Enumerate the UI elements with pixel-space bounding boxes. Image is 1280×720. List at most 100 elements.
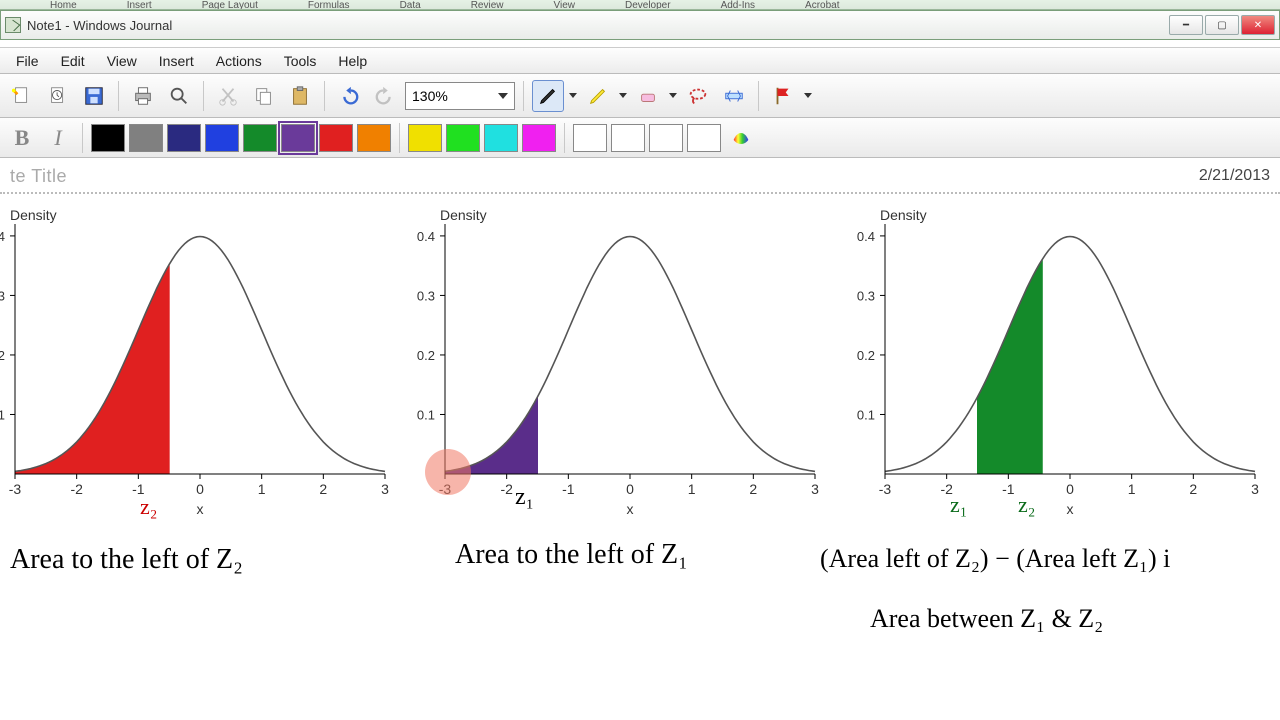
format-toolbar: B I xyxy=(0,118,1280,158)
svg-text:3: 3 xyxy=(1251,481,1259,497)
svg-text:0: 0 xyxy=(196,481,204,497)
eraser-dropdown[interactable] xyxy=(668,93,678,98)
caption-left: Area to the left of Z₂ xyxy=(10,544,243,576)
svg-text:0.1: 0.1 xyxy=(0,407,5,422)
menu-help[interactable]: Help xyxy=(328,50,377,72)
more-colors-button[interactable] xyxy=(725,122,757,154)
recent-notes-button[interactable] xyxy=(42,80,74,112)
insert-space-button[interactable] xyxy=(718,80,750,112)
plots-area: Density -3 -2 -1 0 1 2 3 0.1 0.2 0.3 0.4 x Density… xyxy=(0,194,1280,714)
caption-right-2: Area between Z₁ & Z₂ xyxy=(870,604,1103,634)
color-swatch[interactable] xyxy=(446,124,480,152)
svg-text:0.3: 0.3 xyxy=(417,288,435,303)
italic-button[interactable]: I xyxy=(42,122,74,154)
svg-text:0.4: 0.4 xyxy=(417,229,435,244)
note-canvas[interactable]: te Title 2/21/2013 Density -3 -2 -1 0 1 2 3 0.1… xyxy=(0,158,1280,720)
cursor-highlight xyxy=(425,449,471,495)
paste-button[interactable] xyxy=(284,80,316,112)
eraser-tool-button[interactable] xyxy=(632,80,664,112)
svg-text:-2: -2 xyxy=(70,481,83,497)
color-swatch[interactable] xyxy=(357,124,391,152)
flag-dropdown[interactable] xyxy=(803,93,813,98)
color-swatch[interactable] xyxy=(243,124,277,152)
caption-mid: Area to the left of Z₁ xyxy=(455,539,688,571)
lasso-tool-button[interactable] xyxy=(682,80,714,112)
maximize-button[interactable]: ▢ xyxy=(1205,15,1239,35)
pen-dropdown[interactable] xyxy=(568,93,578,98)
undo-button[interactable] xyxy=(333,80,365,112)
main-toolbar: 130% xyxy=(0,74,1280,118)
print-button[interactable] xyxy=(127,80,159,112)
find-button[interactable] xyxy=(163,80,195,112)
svg-text:x: x xyxy=(627,501,634,517)
svg-text:0.3: 0.3 xyxy=(857,288,875,303)
zoom-combo[interactable]: 130% xyxy=(405,82,515,110)
highlighter-dropdown[interactable] xyxy=(618,93,628,98)
new-note-button[interactable] xyxy=(6,80,38,112)
svg-text:-1: -1 xyxy=(562,481,575,497)
minimize-button[interactable]: ━ xyxy=(1169,15,1203,35)
note-title-row: te Title 2/21/2013 xyxy=(0,160,1280,194)
note-title-placeholder[interactable]: te Title xyxy=(10,166,67,187)
menu-edit[interactable]: Edit xyxy=(51,50,95,72)
window-titlebar: Note1 - Windows Journal ━ ▢ ✕ xyxy=(0,10,1280,40)
color-swatch[interactable] xyxy=(281,124,315,152)
svg-text:3: 3 xyxy=(381,481,389,497)
color-swatch[interactable] xyxy=(205,124,239,152)
svg-text:2: 2 xyxy=(1189,481,1197,497)
color-swatch-empty[interactable] xyxy=(687,124,721,152)
svg-text:0: 0 xyxy=(626,481,634,497)
svg-text:-2: -2 xyxy=(500,481,513,497)
color-swatch[interactable] xyxy=(484,124,518,152)
color-swatch-empty[interactable] xyxy=(611,124,645,152)
plot-left: Density -3-2-101230.10.20.30.4 x xyxy=(0,204,395,534)
bold-button[interactable]: B xyxy=(6,122,38,154)
svg-text:-3: -3 xyxy=(9,481,22,497)
svg-text:0.1: 0.1 xyxy=(857,407,875,422)
cut-button[interactable] xyxy=(212,80,244,112)
menu-insert[interactable]: Insert xyxy=(149,50,204,72)
svg-text:x: x xyxy=(197,501,204,517)
color-swatch[interactable] xyxy=(319,124,353,152)
svg-text:0.2: 0.2 xyxy=(0,348,5,363)
copy-button[interactable] xyxy=(248,80,280,112)
color-swatch[interactable] xyxy=(522,124,556,152)
pen-tool-button[interactable] xyxy=(532,80,564,112)
annot-z1-right: z₁ xyxy=(950,492,967,518)
zoom-value: 130% xyxy=(412,88,448,104)
color-swatch-empty[interactable] xyxy=(573,124,607,152)
annot-z1-mid: z₁ xyxy=(515,484,534,511)
color-swatch[interactable] xyxy=(129,124,163,152)
annot-z2-right: z₂ xyxy=(1018,492,1035,518)
color-swatch-empty[interactable] xyxy=(649,124,683,152)
close-button[interactable]: ✕ xyxy=(1241,15,1275,35)
svg-text:x: x xyxy=(1067,501,1074,517)
flag-button[interactable] xyxy=(767,80,799,112)
highlighter-tool-button[interactable] xyxy=(582,80,614,112)
color-swatch[interactable] xyxy=(167,124,201,152)
color-swatch[interactable] xyxy=(408,124,442,152)
menu-file[interactable]: File xyxy=(6,50,49,72)
menu-actions[interactable]: Actions xyxy=(206,50,272,72)
app-icon xyxy=(5,17,21,33)
color-swatch[interactable] xyxy=(91,124,125,152)
svg-text:Density: Density xyxy=(440,207,487,223)
chevron-down-icon xyxy=(498,93,508,99)
svg-text:1: 1 xyxy=(1128,481,1136,497)
background-strip xyxy=(0,40,1280,48)
svg-text:0: 0 xyxy=(1066,481,1074,497)
plot-right: Density -3-2-101230.10.20.30.4 x xyxy=(835,204,1265,534)
svg-text:3: 3 xyxy=(811,481,819,497)
menu-view[interactable]: View xyxy=(97,50,147,72)
svg-text:-1: -1 xyxy=(1002,481,1015,497)
save-button[interactable] xyxy=(78,80,110,112)
svg-text:0.3: 0.3 xyxy=(0,288,5,303)
svg-text:1: 1 xyxy=(258,481,266,497)
redo-button[interactable] xyxy=(369,80,401,112)
svg-text:Density: Density xyxy=(10,207,57,223)
menu-tools[interactable]: Tools xyxy=(274,50,327,72)
svg-text:0.4: 0.4 xyxy=(0,229,5,244)
note-date: 2/21/2013 xyxy=(1199,167,1270,185)
background-app-ribbon: HomeInsertPage Layout FormulasDataReview… xyxy=(0,0,1280,10)
svg-text:0.1: 0.1 xyxy=(417,407,435,422)
